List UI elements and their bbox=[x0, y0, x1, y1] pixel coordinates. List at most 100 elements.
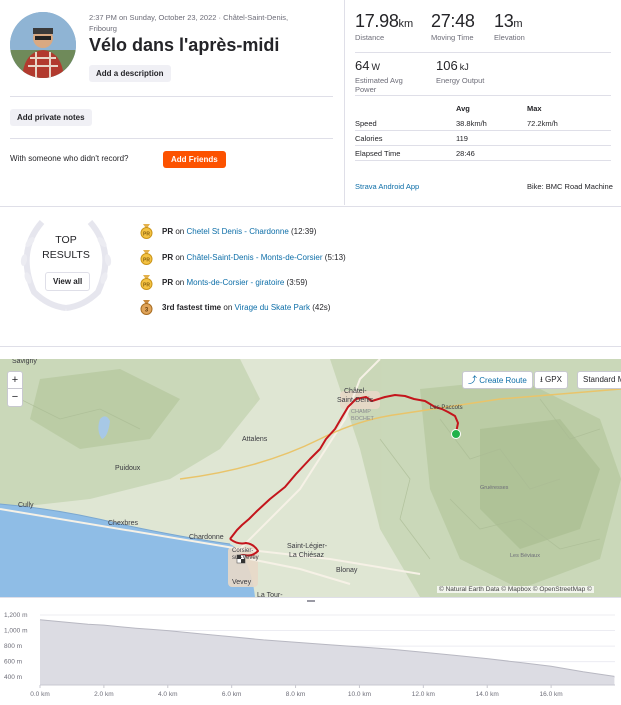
map-label: Cully bbox=[18, 502, 34, 509]
bronze-medal-icon: 3 bbox=[140, 300, 153, 315]
table-row-label: Elapsed Time bbox=[355, 149, 401, 158]
achievement-item: PR PR on Chetel St Denis - Chardonne (12… bbox=[140, 224, 316, 239]
map-label: La Chiésaz bbox=[289, 552, 325, 559]
bike-info: Bike: BMC Road Machine bbox=[527, 182, 613, 191]
view-all-button[interactable]: View all bbox=[45, 272, 91, 291]
section-divider bbox=[0, 346, 621, 347]
energy-value: 106 bbox=[436, 58, 458, 73]
zoom-out-button[interactable]: − bbox=[8, 389, 22, 406]
table-row-avg: 28:46 bbox=[456, 149, 475, 158]
power-label: Estimated Avg Power bbox=[355, 76, 403, 94]
device-link[interactable]: Strava Android App bbox=[355, 182, 419, 191]
x-tick-label: 16.0 km bbox=[540, 691, 563, 698]
power-label-line2: Power bbox=[355, 85, 377, 94]
activity-datetime: 2:37 PM on Sunday, October 23, 2022 · Ch… bbox=[89, 13, 289, 22]
x-tick-label: 12.0 km bbox=[412, 691, 435, 698]
achievement-prefix: PR bbox=[162, 278, 174, 287]
map-resize-handle[interactable] bbox=[0, 597, 621, 605]
map-label: Attalens bbox=[242, 436, 268, 443]
table-header-max: Max bbox=[527, 104, 542, 113]
segment-link[interactable]: Monts-de-Corsier - giratoire bbox=[187, 278, 285, 287]
energy-unit: kJ bbox=[459, 62, 469, 72]
achievement-prefix: 3rd fastest time bbox=[162, 303, 222, 312]
segment-link[interactable]: Virage du Skate Park bbox=[235, 303, 310, 312]
map-label: Savigny bbox=[12, 359, 37, 365]
elevation-chart-svg[interactable]: 1,200 m 1,000 m 800 m 600 m 400 m 0.0 km 2.0 k… bbox=[0, 607, 621, 700]
add-private-notes-button[interactable]: Add private notes bbox=[10, 109, 92, 126]
section-divider bbox=[0, 206, 621, 207]
bike-value[interactable]: BMC Road Machine bbox=[546, 182, 613, 191]
download-icon: ⭳ bbox=[540, 375, 543, 384]
zoom-in-button[interactable]: + bbox=[8, 372, 22, 389]
x-tick-label: 0.0 km bbox=[30, 691, 50, 698]
activity-title[interactable]: Vélo dans l'après-midi bbox=[89, 35, 279, 56]
map-label: BOCHET bbox=[351, 416, 375, 422]
map-attribution[interactable]: © Natural Earth Data © Mapbox © OpenStre… bbox=[437, 586, 594, 593]
map-label: Gruéresses bbox=[480, 485, 509, 491]
map-label: Châtel- bbox=[344, 388, 367, 395]
power-unit: W bbox=[371, 62, 380, 72]
resize-grip-icon bbox=[306, 600, 315, 602]
achievement-on: on bbox=[223, 303, 233, 312]
route-map[interactable]: Savigny Châtel- Saint-Denis CHAMP BOCHET… bbox=[0, 359, 621, 597]
stat-elevation: 13m Elevation bbox=[494, 11, 525, 42]
distance-value: 17.98 bbox=[355, 11, 399, 31]
divider bbox=[10, 96, 333, 97]
x-tick-label: 4.0 km bbox=[158, 691, 178, 698]
map-label: Vevey bbox=[232, 579, 252, 586]
create-route-button[interactable]: ⤴ Create Route bbox=[462, 371, 533, 389]
achievement-on: on bbox=[175, 227, 185, 236]
achievement-on: on bbox=[175, 278, 185, 287]
elevation-area bbox=[40, 619, 615, 685]
divider bbox=[355, 52, 611, 53]
divider bbox=[10, 138, 333, 139]
map-label: Chardonne bbox=[189, 534, 224, 541]
map-label: Saint-Légier- bbox=[287, 543, 328, 550]
map-zoom-controls: + − bbox=[7, 371, 23, 407]
pr-medal-icon: PR bbox=[140, 250, 153, 265]
stat-moving-time: 27:48 Moving Time bbox=[431, 11, 475, 42]
achievement-item: PR PR on Monts-de-Corsier - giratoire (3… bbox=[140, 275, 307, 290]
y-tick-label: 400 m bbox=[4, 674, 22, 681]
power-label-line1: Estimated Avg bbox=[355, 76, 403, 85]
column-divider bbox=[344, 0, 345, 205]
x-tick-label: 2.0 km bbox=[94, 691, 114, 698]
table-row-label: Calories bbox=[355, 134, 383, 143]
svg-text:PR: PR bbox=[143, 232, 150, 238]
avatar[interactable] bbox=[10, 12, 76, 78]
map-canvas[interactable]: Savigny Châtel- Saint-Denis CHAMP BOCHET… bbox=[0, 359, 621, 597]
map-style-label: Standard M bbox=[583, 375, 621, 384]
achievement-on: on bbox=[175, 253, 185, 262]
gpx-button[interactable]: ⭳ GPX bbox=[534, 371, 568, 389]
add-friends-button[interactable]: Add Friends bbox=[163, 151, 226, 168]
table-row-avg: 119 bbox=[456, 134, 468, 143]
map-label: Saint-Denis bbox=[337, 397, 374, 404]
add-description-button[interactable]: Add a description bbox=[89, 65, 171, 82]
elevation-value: 13 bbox=[494, 11, 514, 31]
route-icon: ⤴ bbox=[468, 375, 478, 385]
table-row-divider bbox=[355, 160, 611, 161]
segment-link[interactable]: Châtel-Saint-Denis - Monts-de-Corsier bbox=[187, 253, 323, 262]
distance-label: Distance bbox=[355, 33, 385, 42]
segment-link[interactable]: Chetel St Denis - Chardonne bbox=[187, 227, 289, 236]
map-label: Blonay bbox=[336, 567, 358, 574]
stat-power: 64 W Estimated Avg Power bbox=[355, 57, 403, 94]
table-header-avg: Avg bbox=[456, 104, 470, 113]
y-tick-label: 1,000 m bbox=[4, 628, 28, 635]
divider bbox=[355, 95, 611, 96]
activity-meta: 2:37 PM on Sunday, October 23, 2022 · Ch… bbox=[89, 12, 288, 34]
pr-medal-icon: PR bbox=[140, 224, 153, 239]
table-row-label: Speed bbox=[355, 119, 377, 128]
y-tick-label: 800 m bbox=[4, 643, 22, 650]
bike-label: Bike: bbox=[527, 182, 544, 191]
achievement-prefix: PR bbox=[162, 227, 174, 236]
top-results-line2: RESULTS bbox=[42, 249, 90, 261]
distance-unit: km bbox=[398, 18, 414, 30]
avatar-photo bbox=[10, 12, 76, 78]
elevation-chart[interactable]: 1,200 m 1,000 m 800 m 600 m 400 m 0.0 km 2.0 k… bbox=[0, 607, 621, 700]
gpx-label: GPX bbox=[545, 375, 562, 384]
achievement-item: PR PR on Châtel-Saint-Denis - Monts-de-C… bbox=[140, 250, 346, 265]
map-label: Puidoux bbox=[115, 465, 141, 472]
stat-distance: 17.98km Distance bbox=[355, 11, 413, 42]
map-style-select[interactable]: Standard M bbox=[577, 371, 621, 389]
